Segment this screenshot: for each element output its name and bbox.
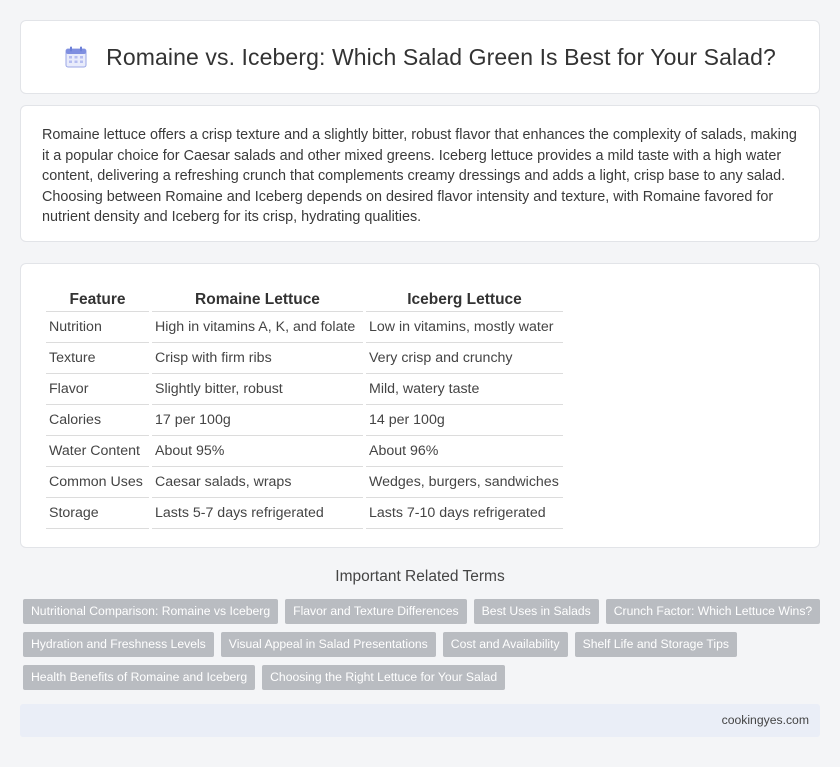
column-header-feature: Feature xyxy=(46,285,149,312)
table-row: Nutrition High in vitamins A, K, and fol… xyxy=(46,312,563,343)
column-header-romaine: Romaine Lettuce xyxy=(152,285,363,312)
header-inner: Romaine vs. Iceberg: Which Salad Green I… xyxy=(64,44,776,71)
footer-site-name[interactable]: cookingyes.com xyxy=(722,713,809,727)
table-cell: High in vitamins A, K, and folate xyxy=(152,312,363,343)
table-cell: Water Content xyxy=(46,436,149,467)
table-cell: Storage xyxy=(46,498,149,529)
table-row: Texture Crisp with firm ribs Very crisp … xyxy=(46,343,563,374)
table-cell: About 95% xyxy=(152,436,363,467)
header-card: Romaine vs. Iceberg: Which Salad Green I… xyxy=(20,20,820,94)
table-cell: Slightly bitter, robust xyxy=(152,374,363,405)
table-cell: 14 per 100g xyxy=(366,405,563,436)
table-cell: 17 per 100g xyxy=(152,405,363,436)
table-header-row: Feature Romaine Lettuce Iceberg Lettuce xyxy=(46,285,563,312)
intro-card: Romaine lettuce offers a crisp texture a… xyxy=(20,105,820,242)
table-cell: Common Uses xyxy=(46,467,149,498)
table-cell: About 96% xyxy=(366,436,563,467)
table-cell: Very crisp and crunchy xyxy=(366,343,563,374)
calendar-icon xyxy=(65,46,87,68)
term-chip[interactable]: Hydration and Freshness Levels xyxy=(23,632,214,657)
table-cell: Low in vitamins, mostly water xyxy=(366,312,563,343)
table-row: Common Uses Caesar salads, wraps Wedges,… xyxy=(46,467,563,498)
column-header-iceberg: Iceberg Lettuce xyxy=(366,285,563,312)
term-chip[interactable]: Visual Appeal in Salad Presentations xyxy=(220,632,436,657)
table-cell: Calories xyxy=(46,405,149,436)
page-title: Romaine vs. Iceberg: Which Salad Green I… xyxy=(106,43,776,70)
table-cell: Lasts 5-7 days refrigerated xyxy=(152,498,363,529)
table-row: Storage Lasts 5-7 days refrigerated Last… xyxy=(46,498,563,529)
related-terms-list: Nutritional Comparison: Romaine vs Icebe… xyxy=(23,599,823,690)
term-chip[interactable]: Flavor and Texture Differences xyxy=(285,599,467,624)
term-chip[interactable]: Best Uses in Salads xyxy=(473,599,599,624)
term-chip[interactable]: Crunch Factor: Which Lettuce Wins? xyxy=(605,599,821,624)
intro-paragraph: Romaine lettuce offers a crisp texture a… xyxy=(42,127,797,225)
related-terms-heading: Important Related Terms xyxy=(335,568,505,585)
term-chip[interactable]: Nutritional Comparison: Romaine vs Icebe… xyxy=(23,599,279,624)
term-chip[interactable]: Choosing the Right Lettuce for Your Sala… xyxy=(262,665,506,690)
term-chip[interactable]: Cost and Availability xyxy=(442,632,568,657)
table-cell: Lasts 7-10 days refrigerated xyxy=(366,498,563,529)
comparison-table-card: Feature Romaine Lettuce Iceberg Lettuce … xyxy=(20,263,820,548)
table-cell: Wedges, burgers, sandwiches xyxy=(366,467,563,498)
table-row: Calories 17 per 100g 14 per 100g xyxy=(46,405,563,436)
table-row: Water Content About 95% About 96% xyxy=(46,436,563,467)
table-cell: Crisp with firm ribs xyxy=(152,343,363,374)
term-chip[interactable]: Health Benefits of Romaine and Iceberg xyxy=(23,665,256,690)
table-cell: Mild, watery taste xyxy=(366,374,563,405)
table-cell: Flavor xyxy=(46,374,149,405)
comparison-table: Feature Romaine Lettuce Iceberg Lettuce … xyxy=(43,285,566,529)
table-cell: Texture xyxy=(46,343,149,374)
footer-bar: cookingyes.com xyxy=(20,704,820,737)
table-cell: Nutrition xyxy=(46,312,149,343)
table-cell: Caesar salads, wraps xyxy=(152,467,363,498)
term-chip[interactable]: Shelf Life and Storage Tips xyxy=(574,632,737,657)
table-row: Flavor Slightly bitter, robust Mild, wat… xyxy=(46,374,563,405)
